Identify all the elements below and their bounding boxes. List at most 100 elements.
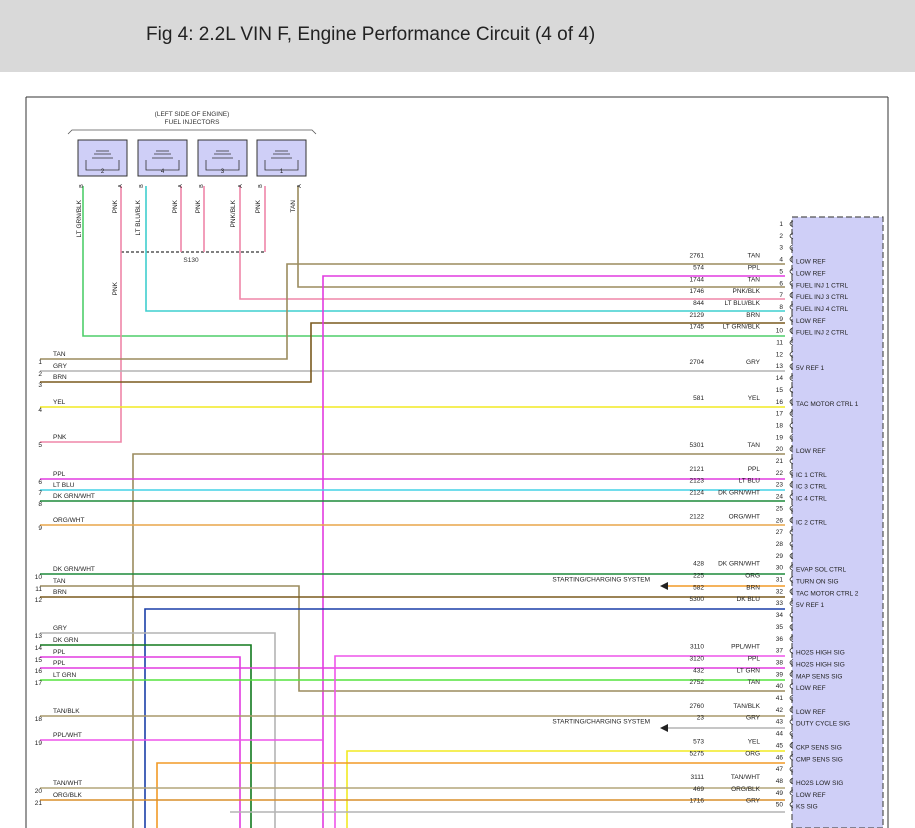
circuit-color: PNK/BLK bbox=[733, 288, 761, 295]
connector-cavity-number: 21 bbox=[35, 800, 43, 807]
ecm-pin-number: 1 bbox=[779, 221, 783, 228]
circuit-number: 428 bbox=[693, 561, 704, 568]
wire-color-label: DK GRN bbox=[53, 637, 79, 644]
ecm-pin-number: 28 bbox=[776, 541, 784, 548]
circuit-number: 1746 bbox=[690, 288, 705, 295]
wire-brn-3 bbox=[40, 322, 785, 383]
ecm-pin-number: 44 bbox=[776, 731, 784, 738]
connector-cavity-number: 17 bbox=[35, 680, 43, 687]
pin-label: A bbox=[297, 184, 303, 188]
ecm-pin-number: 14 bbox=[776, 375, 784, 382]
circuit-function: KS SIG bbox=[796, 804, 818, 811]
ecm-pin-number: 23 bbox=[776, 482, 784, 489]
injector-group-bracket bbox=[67, 129, 317, 135]
wire-ppl-15 bbox=[40, 656, 241, 828]
wire-color-label: LT BLU bbox=[53, 482, 75, 489]
circuit-number: 2129 bbox=[690, 312, 705, 319]
wire-color-label: TAN bbox=[53, 351, 66, 358]
circuit-number: 574 bbox=[693, 264, 704, 271]
circuit-color: PPL bbox=[748, 264, 761, 271]
circuit-color: ORG bbox=[745, 750, 760, 757]
circuit-function: CKP SENS SIG bbox=[796, 744, 842, 751]
ecm-pin-number: 10 bbox=[776, 328, 784, 335]
ecm-pin-number: 26 bbox=[776, 517, 784, 524]
circuit-function: 5V REF 1 bbox=[796, 365, 825, 372]
circuit-function: EVAP SOL CTRL bbox=[796, 567, 846, 574]
wire-color-label: PNK bbox=[112, 199, 119, 213]
wire-color-label: LT GRN bbox=[53, 672, 77, 679]
ecm-pin-number: 48 bbox=[776, 778, 784, 785]
circuit-function: HO2S HIGH SIG bbox=[796, 661, 845, 668]
circuit-number: 2121 bbox=[690, 466, 705, 473]
circuit-color: TAN bbox=[747, 253, 760, 260]
fuel-injector: 1B A bbox=[256, 139, 307, 188]
circuit-color: TAN bbox=[747, 442, 760, 449]
circuit-color: ORG/WHT bbox=[729, 513, 760, 520]
pin-label: B bbox=[139, 184, 145, 188]
circuit-color: PPL bbox=[748, 655, 761, 662]
circuit-function: LOW REF bbox=[796, 318, 826, 325]
circuit-function: 5V REF 1 bbox=[796, 602, 825, 609]
circuit-function: LOW REF bbox=[796, 709, 826, 716]
ecm-pin-number: 16 bbox=[776, 399, 784, 406]
wire-color-label: PNK bbox=[53, 434, 67, 441]
circuit-function: HO2S LOW SIG bbox=[796, 780, 843, 787]
circuit-function: LOW REF bbox=[796, 270, 826, 277]
circuit-color: LT BLU/BLK bbox=[724, 300, 760, 307]
ecm-pin-number: 42 bbox=[776, 707, 784, 714]
connector-cavity-number: 14 bbox=[35, 645, 43, 652]
fuel-injector: 3B A bbox=[197, 139, 248, 188]
ecm-pin-number: 35 bbox=[776, 624, 784, 631]
connector-cavity-number: 2 bbox=[38, 371, 42, 378]
circuit-function: TAC MOTOR CTRL 1 bbox=[796, 401, 859, 408]
connector-cavity-number: 12 bbox=[35, 597, 43, 604]
circuit-number: 23 bbox=[697, 715, 705, 722]
connector-cavity-number: 5 bbox=[38, 442, 42, 449]
ecm-pin-number: 29 bbox=[776, 553, 784, 560]
circuit-color: ORG/BLK bbox=[731, 786, 761, 793]
circuit-function: FUEL INJ 4 CTRL bbox=[796, 306, 849, 313]
circuit-color: BRN bbox=[746, 584, 760, 591]
ecm-pin-number: 36 bbox=[776, 636, 784, 643]
ecm-pin-number: 34 bbox=[776, 612, 784, 619]
connector-cavity-number: 18 bbox=[35, 716, 43, 723]
wire-tan-5301 bbox=[132, 453, 785, 828]
connector-cavity-number: 1 bbox=[38, 359, 42, 366]
connector-cavity-number: 4 bbox=[38, 407, 42, 414]
ecm-pin-number: 8 bbox=[779, 304, 783, 311]
circuit-function: TURN ON SIG bbox=[796, 579, 839, 586]
circuit-color: BRN bbox=[746, 312, 760, 319]
wire-ppl-wht-37 bbox=[334, 655, 785, 828]
circuit-color: GRY bbox=[746, 715, 761, 722]
ecm-pin-number: 9 bbox=[779, 316, 783, 323]
circuit-color: LT BLU bbox=[739, 478, 761, 485]
ecm-pin-number: 18 bbox=[776, 422, 784, 429]
wire-color-label: LT GRN/BLK bbox=[76, 199, 83, 237]
circuit-number: 469 bbox=[693, 786, 704, 793]
injector-group-label: (LEFT SIDE OF ENGINE) bbox=[155, 111, 230, 118]
wire-color-label: TAN/BLK bbox=[53, 708, 80, 715]
ecm-pin-number: 3 bbox=[779, 245, 783, 252]
circuit-function: CMP SENS SIG bbox=[796, 756, 843, 763]
circuit-function: IC 1 CTRL bbox=[796, 472, 827, 479]
ecm-pin-number: 47 bbox=[776, 766, 784, 773]
circuit-color: LT GRN bbox=[737, 667, 761, 674]
circuit-number: 573 bbox=[693, 738, 704, 745]
ecm-pin-number: 33 bbox=[776, 600, 784, 607]
wire-ppl-574 bbox=[322, 275, 785, 828]
connector-cavity-number: 19 bbox=[35, 740, 43, 747]
circuit-number: 225 bbox=[693, 573, 704, 580]
wire-color-label: TAN bbox=[290, 200, 297, 213]
ecm-pin-number: 49 bbox=[776, 790, 784, 797]
wire-color-label: YEL bbox=[53, 399, 66, 406]
wire-color-label: TAN bbox=[53, 578, 66, 585]
arrow-destination-label: STARTING/CHARGING SYSTEM bbox=[552, 719, 650, 726]
connector-cavity-number: 13 bbox=[35, 633, 43, 640]
ecm-pin-number: 39 bbox=[776, 671, 784, 678]
ecm-pin-number: 11 bbox=[776, 340, 783, 347]
pin-label: B bbox=[258, 184, 264, 188]
injector-group-label-2: FUEL INJECTORS bbox=[165, 119, 221, 126]
circuit-color: TAN/WHT bbox=[731, 774, 760, 781]
wire-color-label: PPL/WHT bbox=[53, 732, 82, 739]
connector-cavity-number: 7 bbox=[38, 490, 42, 497]
